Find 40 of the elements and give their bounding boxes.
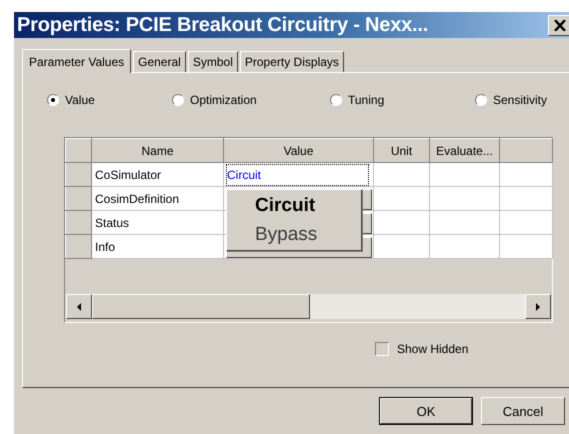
- radio-button[interactable]: [172, 94, 184, 106]
- tab[interactable]: Parameter Values: [22, 49, 132, 73]
- radio-button[interactable]: [47, 94, 59, 106]
- menu-item[interactable]: Circuit: [255, 192, 361, 219]
- radio-option[interactable]: Sensitivity: [475, 90, 569, 110]
- row-header[interactable]: [66, 162, 92, 186]
- table-cell: Status: [92, 210, 224, 234]
- dialog-button[interactable]: OK: [379, 397, 473, 425]
- close-icon: [554, 20, 566, 31]
- scroll-right-button[interactable]: [525, 294, 551, 319]
- radio-option[interactable]: Tuning: [330, 90, 475, 110]
- value-field[interactable]: Circuit: [226, 164, 369, 186]
- tab[interactable]: Symbol: [188, 51, 238, 72]
- tab[interactable]: Property Displays: [240, 51, 344, 72]
- column-header[interactable]: Value: [224, 138, 374, 162]
- left-arrow-icon: [77, 302, 81, 310]
- show-hidden-checkbox[interactable]: Show Hidden: [375, 342, 468, 356]
- radio-button[interactable]: [475, 94, 487, 106]
- radio-option[interactable]: Value: [47, 90, 172, 110]
- close-button[interactable]: [548, 15, 569, 36]
- scroll-left-button[interactable]: [66, 294, 92, 319]
- radio-option[interactable]: Optimization: [172, 90, 330, 110]
- tab[interactable]: General: [133, 51, 186, 72]
- column-header[interactable]: Unit: [374, 138, 430, 162]
- window-title: Properties: PCIE Breakout Circuitry - Nexx...: [17, 14, 428, 36]
- menu-item[interactable]: Bypass: [255, 221, 361, 248]
- column-header[interactable]: Name: [92, 138, 224, 162]
- horizontal-scrollbar[interactable]: [66, 294, 551, 319]
- table-cell: Info: [92, 234, 224, 258]
- scroll-thumb[interactable]: [92, 294, 310, 319]
- radio-button[interactable]: [330, 94, 342, 106]
- table-cell: CoSimulator: [92, 162, 224, 186]
- dialog-button[interactable]: Cancel: [481, 397, 565, 425]
- row-header[interactable]: [66, 186, 92, 210]
- column-header[interactable]: Evaluate...: [430, 138, 500, 162]
- table-cell: CosimDefinition: [92, 186, 224, 210]
- row-header[interactable]: [66, 234, 92, 258]
- right-arrow-icon: [536, 302, 540, 310]
- checkbox[interactable]: [375, 342, 389, 356]
- row-header[interactable]: [66, 210, 92, 234]
